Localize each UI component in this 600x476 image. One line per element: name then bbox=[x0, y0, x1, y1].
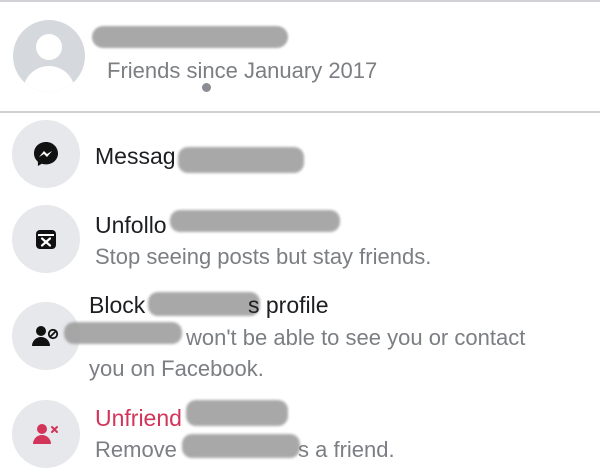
messenger-icon bbox=[12, 120, 80, 188]
message-redaction bbox=[178, 147, 304, 173]
unfriend-glyph bbox=[33, 424, 58, 444]
unfriend-icon bbox=[12, 400, 80, 468]
unfriend-label: Unfriend bbox=[95, 405, 182, 431]
block-label-start: Block bbox=[89, 292, 146, 318]
unfollow-subtext: Stop seeing posts but stay friends. bbox=[95, 244, 432, 269]
unfriend-subtext-end: s a friend. bbox=[298, 437, 395, 462]
friends-since-text: Friends since January 2017 bbox=[107, 58, 378, 83]
header-divider bbox=[0, 111, 600, 113]
block-label-end: s profile bbox=[248, 292, 329, 318]
avatar-shoulders bbox=[23, 66, 75, 92]
avatar[interactable] bbox=[13, 20, 85, 92]
messenger-glyph bbox=[34, 142, 58, 166]
name-redaction bbox=[92, 26, 288, 48]
unfollow-redaction bbox=[170, 210, 340, 232]
block-glyph bbox=[32, 326, 59, 346]
unfollow-label: Unfollo bbox=[95, 212, 167, 238]
block-subtext-line2: you on Facebook. bbox=[89, 356, 264, 381]
cursor-dot bbox=[202, 83, 211, 92]
profile-header: Friends since January 2017 bbox=[0, 0, 600, 112]
block-name-redaction bbox=[148, 292, 260, 316]
message-label: Messag bbox=[95, 143, 176, 169]
block-sub-redaction bbox=[64, 322, 182, 344]
unfriend-sub-redaction bbox=[182, 434, 300, 458]
block-subtext-line1: won't be able to see you or contact bbox=[186, 325, 526, 350]
unfriend-subtext-start: Remove bbox=[95, 437, 177, 462]
unfollow-glyph bbox=[36, 230, 56, 249]
avatar-head bbox=[36, 34, 62, 60]
unfriend-redaction bbox=[186, 400, 288, 426]
unfollow-icon bbox=[12, 205, 80, 273]
